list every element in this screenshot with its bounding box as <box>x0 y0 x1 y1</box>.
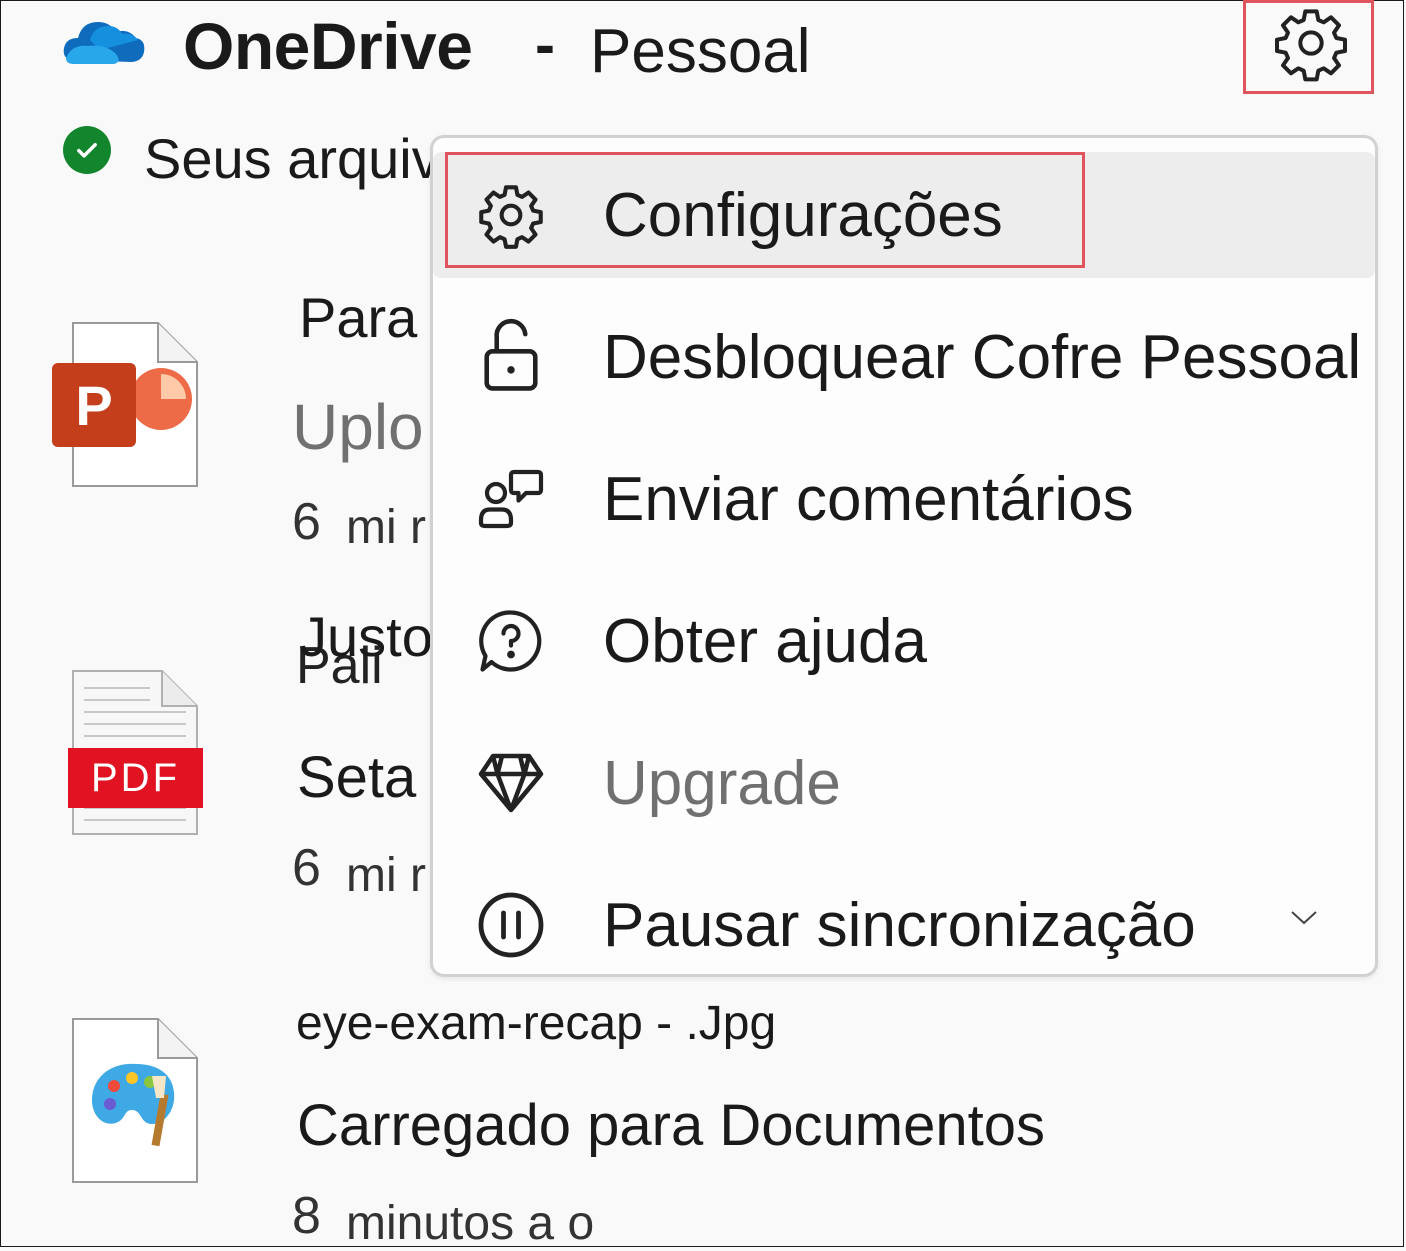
highlight-box-settings-gear <box>1243 0 1374 94</box>
file-status: Carregado para Documentos <box>297 1093 1045 1158</box>
ppt-pie-graphic <box>130 368 192 430</box>
title-separator: - <box>535 11 555 78</box>
file-name[interactable]: Para <box>299 285 417 350</box>
paint-image-icon <box>70 1016 198 1184</box>
file-time-number: 6 <box>292 839 321 897</box>
menu-item-label: Pausar sincronização <box>603 890 1196 960</box>
menu-item-unlock-vault[interactable]: Desbloquear Cofre Pessoal <box>433 294 1375 420</box>
app-title: OneDrive <box>183 9 473 83</box>
file-time-unit: mi r <box>346 849 426 902</box>
unlock-icon <box>475 318 547 393</box>
menu-item-label: Obter ajuda <box>603 606 927 676</box>
menu-item-label: Upgrade <box>603 748 841 818</box>
file-name[interactable]: Justo <box>299 604 433 669</box>
menu-item-feedback[interactable]: Enviar comentários <box>433 436 1375 562</box>
file-name[interactable]: eye-exam-recap - .Jpg <box>296 996 776 1051</box>
diamond-icon <box>475 747 547 819</box>
menu-item-pause-sync[interactable]: Pausar sincronização <box>433 862 1375 988</box>
onedrive-cloud-icon <box>60 10 146 68</box>
chevron-down-icon[interactable] <box>1289 908 1319 933</box>
file-time-number: 8 <box>292 1187 321 1245</box>
sync-ok-check-icon <box>63 126 111 174</box>
highlight-box-settings-item <box>445 152 1085 268</box>
file-time-unit: mi r <box>346 501 426 554</box>
menu-item-label: Desbloquear Cofre Pessoal <box>603 322 1362 392</box>
menu-item-help[interactable]: Obter ajuda <box>433 578 1375 704</box>
help-icon <box>475 605 547 677</box>
menu-item-label: Enviar comentários <box>603 464 1134 534</box>
file-status: Uplo <box>292 391 424 463</box>
menu-item-upgrade[interactable]: Upgrade <box>433 720 1375 846</box>
pause-icon <box>475 889 547 961</box>
file-time-number: 6 <box>292 493 321 551</box>
file-time-unit: minutos a o <box>346 1197 595 1250</box>
pdf-badge: PDF <box>68 748 203 808</box>
ppt-letter-badge: P <box>52 363 136 447</box>
account-type: Pessoal <box>590 17 811 86</box>
feedback-icon <box>475 463 547 535</box>
